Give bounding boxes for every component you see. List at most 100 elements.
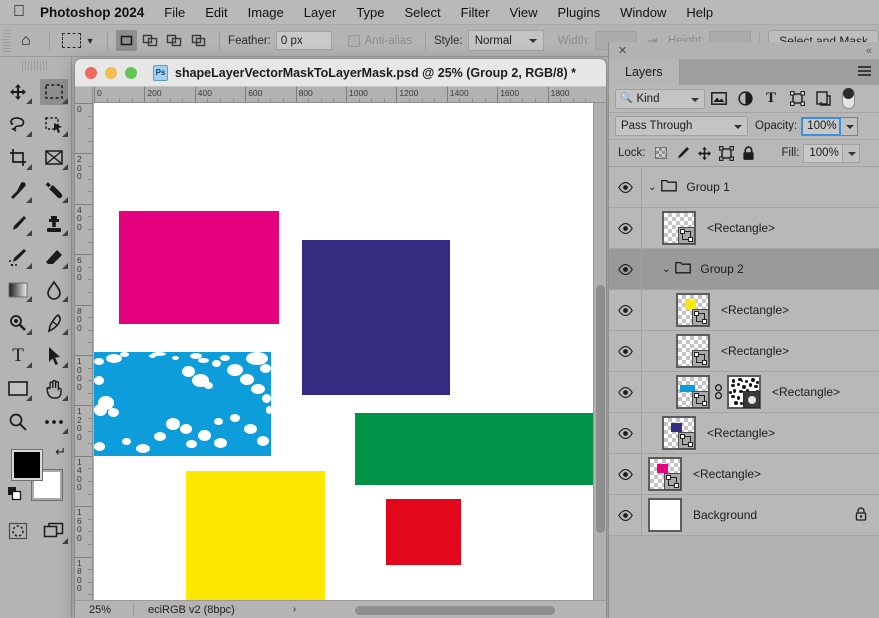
layer-thumbnail[interactable] (648, 498, 682, 532)
layer-row[interactable]: ⌄ Group 1 (609, 166, 879, 208)
active-tool-preset[interactable]: ▼ (61, 33, 95, 48)
new-selection-button[interactable] (115, 30, 138, 51)
menu-item-edit[interactable]: Edit (205, 5, 227, 20)
layer-visibility-toggle[interactable] (609, 207, 642, 249)
close-icon[interactable]: ✕ (618, 44, 627, 57)
ruler-origin-box[interactable] (75, 87, 93, 103)
shape-layer-filter-icon[interactable] (785, 88, 809, 110)
crop-tool[interactable] (0, 141, 36, 174)
lock-position-icon[interactable] (694, 143, 716, 163)
layer-row[interactable]: Background (609, 494, 879, 536)
intersect-selection-button[interactable] (187, 30, 209, 51)
lock-artboard-nesting-icon[interactable] (716, 143, 738, 163)
style-select[interactable]: Normal (467, 30, 544, 51)
gradient-tool[interactable] (0, 273, 36, 306)
edit-toolbar-button[interactable] (36, 405, 72, 438)
type-layer-filter-icon[interactable]: T (759, 88, 783, 110)
layer-row[interactable]: <Rectangle> (609, 412, 879, 454)
collapse-panel-icon[interactable]: « (866, 45, 872, 57)
eraser-tool[interactable] (36, 240, 72, 273)
dodge-tool[interactable] (0, 306, 36, 339)
menu-item-file[interactable]: File (164, 5, 185, 20)
layer-visibility-toggle[interactable] (609, 494, 642, 536)
screen-mode-button[interactable] (36, 514, 72, 548)
layer-visibility-toggle[interactable] (609, 371, 642, 413)
hand-tool[interactable] (36, 372, 72, 405)
anti-alias-checkbox[interactable]: Anti-alias (347, 34, 417, 47)
blur-tool[interactable] (36, 273, 72, 306)
close-window-button[interactable] (85, 66, 97, 79)
quick-mask-button[interactable] (0, 514, 36, 548)
canvas-horizontal-scrollbar[interactable] (355, 606, 555, 615)
menu-item-filter[interactable]: Filter (461, 5, 490, 20)
chevron-down-icon[interactable]: ⌄ (648, 182, 656, 193)
subtract-from-selection-button[interactable] (163, 30, 185, 51)
layer-visibility-toggle[interactable] (609, 248, 642, 290)
layer-row[interactable]: ⌄ Group 2 (609, 248, 879, 290)
apple-logo-icon[interactable]:  (10, 2, 28, 22)
menu-item-layer[interactable]: Layer (304, 5, 337, 20)
menu-item-view[interactable]: View (510, 5, 538, 20)
vector-mask-thumbnail[interactable] (678, 227, 695, 244)
rectangle-tool[interactable] (0, 372, 36, 405)
type-tool[interactable]: T (0, 339, 36, 372)
layer-visibility-toggle[interactable] (609, 453, 642, 495)
layer-thumbnail[interactable] (662, 416, 696, 450)
vector-mask-thumbnail[interactable] (692, 309, 709, 326)
status-expand-arrow-icon[interactable]: › (293, 604, 296, 615)
layer-thumbnail[interactable] (676, 293, 710, 327)
scrollbar-thumb[interactable] (596, 285, 605, 533)
spot-healing-brush-tool[interactable] (36, 174, 72, 207)
minimize-window-button[interactable] (105, 66, 117, 79)
lasso-tool[interactable] (0, 108, 36, 141)
document-title-bar[interactable]: Ps shapeLayerVectorMaskToLayerMask.psd @… (75, 59, 606, 87)
add-to-selection-button[interactable] (139, 30, 161, 51)
options-bar-grip[interactable] (3, 29, 11, 52)
home-icon[interactable]: ⌂ (21, 32, 31, 50)
layer-thumbnail[interactable] (662, 211, 696, 245)
layer-thumbnail[interactable] (676, 375, 710, 409)
filter-kind-select[interactable]: 🔍 Kind (615, 88, 705, 109)
canvas-vertical-scrollbar[interactable] (593, 103, 606, 618)
layer-visibility-toggle[interactable] (609, 166, 642, 208)
vertical-ruler[interactable]: 0 200 400 600 800 1000 1200 1400 1600 1800 (75, 103, 93, 618)
canvas-area[interactable] (94, 103, 606, 618)
menu-item-type[interactable]: Type (356, 5, 384, 20)
path-selection-tool[interactable] (36, 339, 72, 372)
history-brush-tool[interactable] (0, 240, 36, 273)
layer-row[interactable]: <Rectangle> (609, 289, 879, 331)
eyedropper-tool[interactable] (0, 174, 36, 207)
default-colors-icon[interactable] (8, 487, 22, 506)
menu-item-select[interactable]: Select (405, 5, 441, 20)
clone-stamp-tool[interactable] (36, 207, 72, 240)
link-mask-icon[interactable] (713, 384, 724, 400)
menu-item-help[interactable]: Help (686, 5, 713, 20)
layer-mask-thumbnail[interactable] (727, 375, 761, 409)
filter-enable-toggle[interactable] (842, 88, 855, 109)
fill-input[interactable]: 100% (803, 143, 844, 163)
pixel-layer-filter-icon[interactable] (707, 88, 731, 110)
rectangular-marquee-tool[interactable] (36, 75, 72, 108)
vector-mask-thumbnail[interactable] (692, 350, 709, 367)
layer-row[interactable]: <Rectangle> (609, 371, 879, 413)
layer-thumbnail[interactable] (648, 457, 682, 491)
menu-item-window[interactable]: Window (620, 5, 666, 20)
fill-stepper[interactable] (843, 143, 861, 163)
frame-tool[interactable] (36, 141, 72, 174)
vector-mask-thumbnail[interactable] (664, 473, 681, 490)
feather-input[interactable]: 0 px (275, 31, 332, 50)
brush-tool[interactable] (0, 207, 36, 240)
opacity-stepper[interactable] (841, 116, 859, 136)
zoom-level-field[interactable]: 25% (75, 604, 133, 616)
vector-mask-thumbnail[interactable] (692, 391, 709, 408)
tab-layers[interactable]: Layers (609, 59, 680, 85)
chevron-down-icon[interactable]: ⌄ (662, 264, 670, 275)
artboard[interactable] (94, 103, 599, 618)
layer-row[interactable]: <Rectangle> (609, 330, 879, 372)
layer-visibility-toggle[interactable] (609, 330, 642, 372)
layer-row[interactable]: <Rectangle> (609, 207, 879, 249)
tools-panel-grip[interactable] (22, 60, 48, 71)
swap-colors-icon[interactable]: ↵ (55, 444, 66, 460)
lock-transparent-pixels-icon[interactable] (650, 143, 672, 163)
menu-item-plugins[interactable]: Plugins (557, 5, 600, 20)
